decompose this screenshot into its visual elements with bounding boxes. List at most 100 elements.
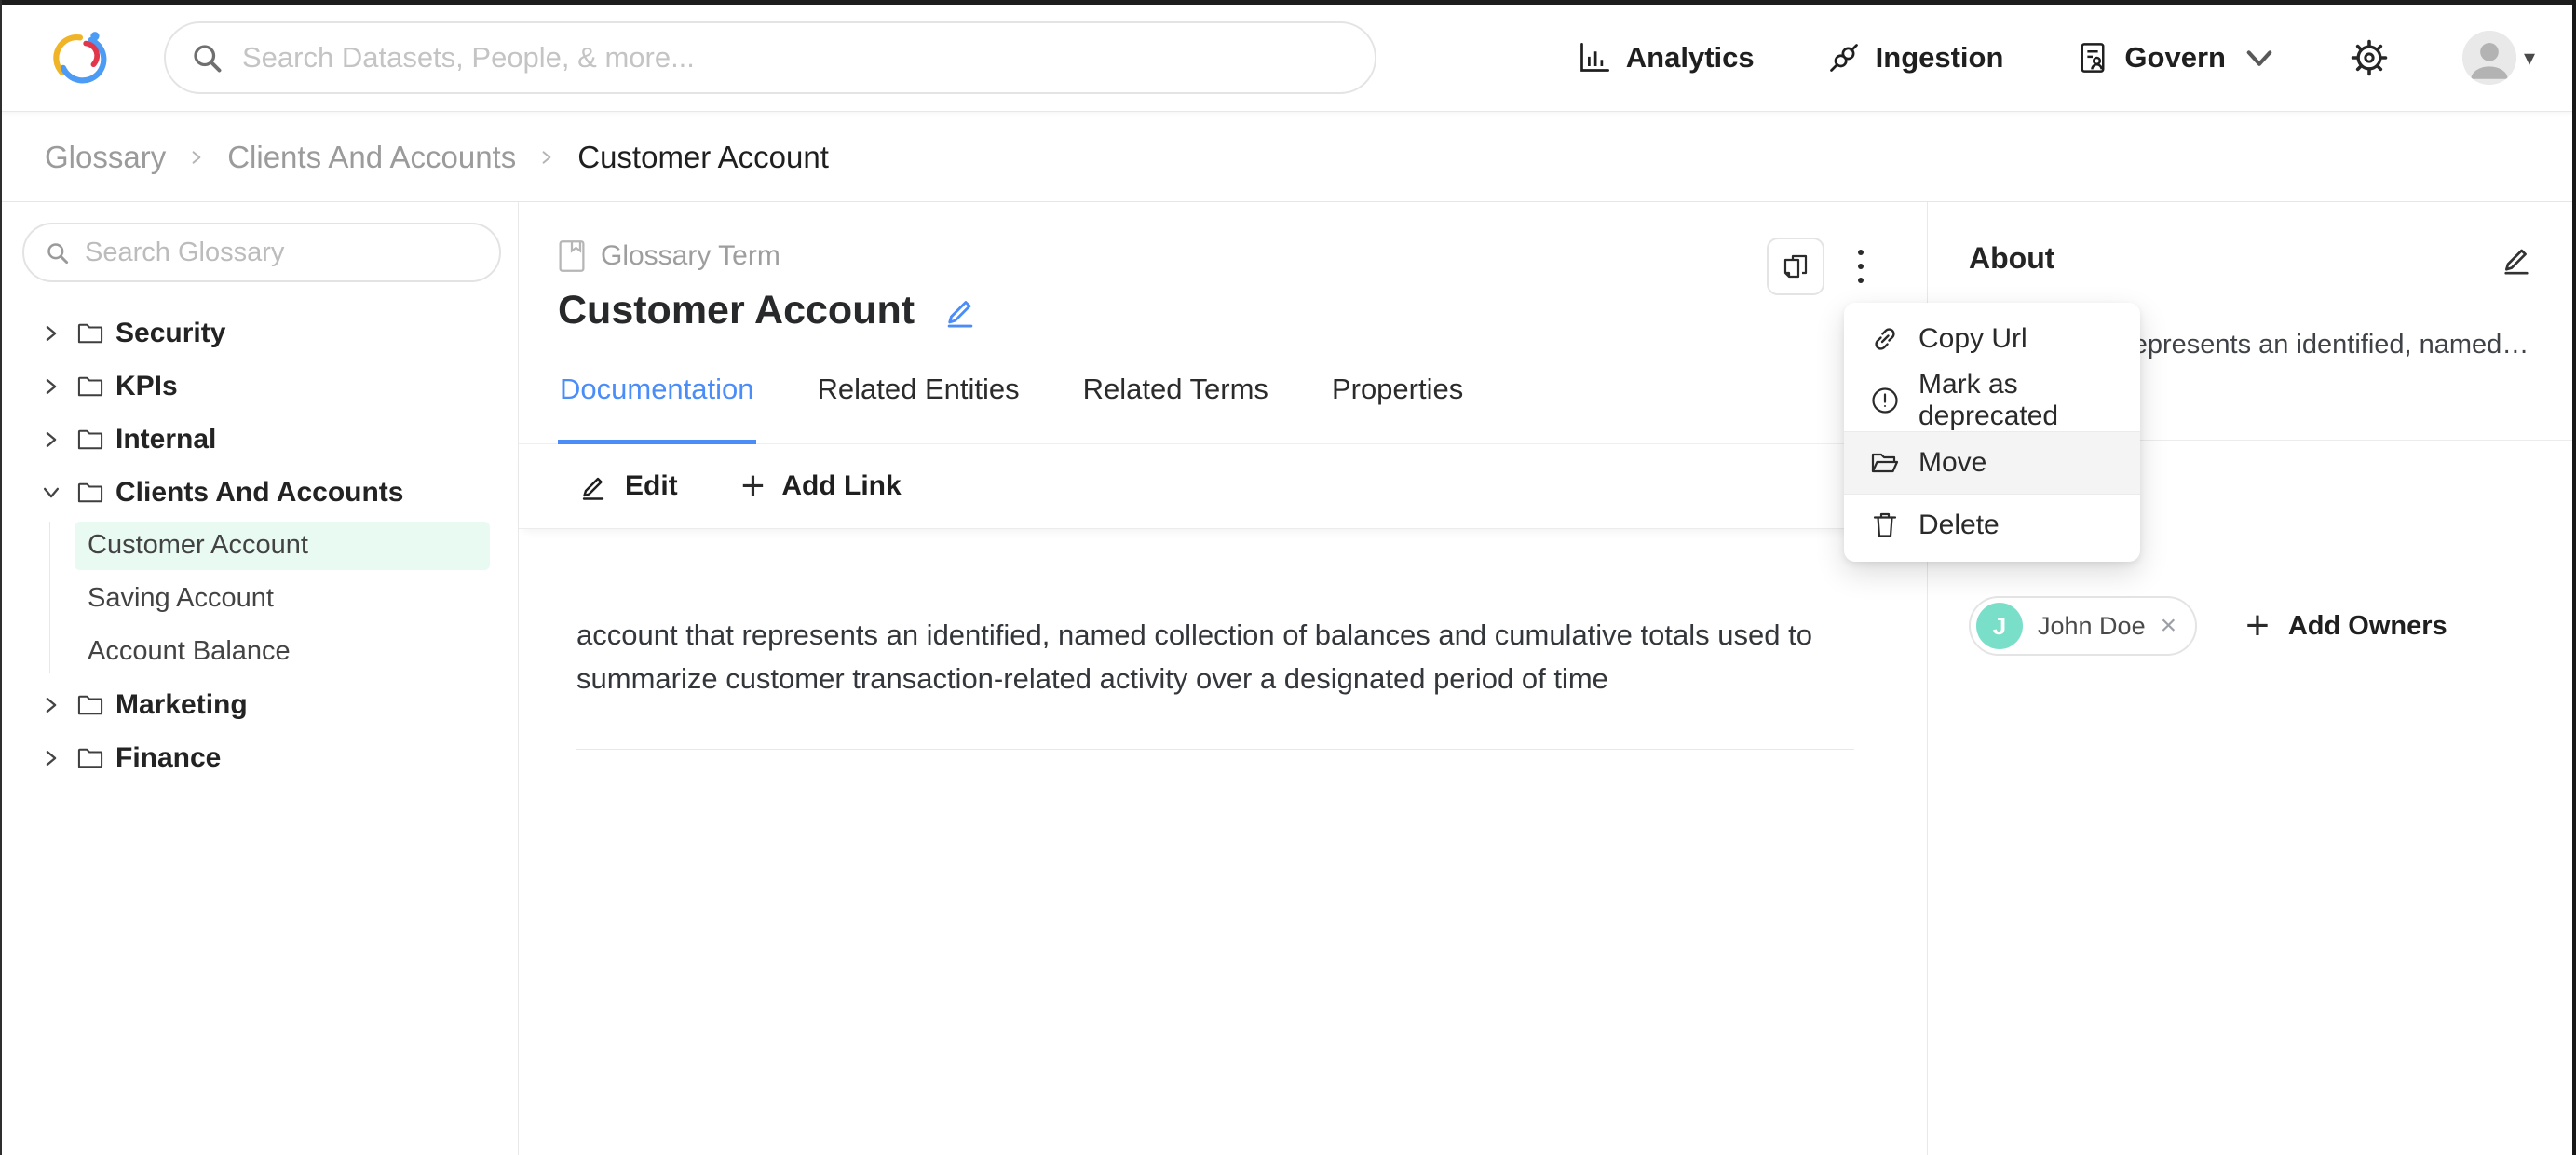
global-search-placeholder: Search Datasets, People, & more... [242, 41, 695, 75]
breadcrumb-glossary[interactable]: Glossary [45, 140, 166, 175]
nav-govern-label: Govern [2124, 41, 2226, 75]
pencil-icon [578, 471, 608, 501]
folder-open-icon [1870, 448, 1900, 478]
edit-button[interactable]: Edit [578, 470, 678, 502]
tree-node-saving-account[interactable]: Saving Account [0, 572, 518, 625]
plus-icon: + [2245, 612, 2270, 640]
entity-type-row: Glossary Term [558, 239, 1927, 273]
copy-icon [1781, 251, 1810, 281]
tree-node-marketing[interactable]: Marketing [0, 678, 518, 731]
documentation-body: account that represents an identified, n… [519, 529, 1927, 750]
nav-govern[interactable]: Govern [2076, 41, 2276, 75]
glossary-tree: Security KPIs Internal Clients And Accou… [0, 306, 518, 784]
add-link-button[interactable]: + Add Link [741, 470, 902, 502]
edit-button-label: Edit [625, 470, 678, 502]
breadcrumb-clients-and-accounts[interactable]: Clients And Accounts [227, 140, 516, 175]
tree-node-internal[interactable]: Internal [0, 413, 518, 466]
datahub-logo-icon[interactable] [50, 27, 112, 88]
chevron-down-icon[interactable] [41, 482, 61, 503]
tab-related-terms[interactable]: Related Terms [1081, 369, 1270, 443]
chevron-right-icon [538, 149, 555, 166]
remove-owner-icon[interactable]: × [2161, 612, 2177, 640]
menu-item-move[interactable]: Move [1844, 431, 2140, 495]
add-owners-button[interactable]: + Add Owners [2245, 611, 2447, 642]
tab-documentation[interactable]: Documentation [558, 369, 756, 443]
global-search-input[interactable]: Search Datasets, People, & more... [164, 21, 1376, 94]
link-icon [1870, 324, 1900, 354]
edit-about-pencil-icon[interactable] [2500, 242, 2533, 276]
more-options-kebab-icon[interactable] [1849, 239, 1873, 293]
user-menu-caret-icon: ▾ [2524, 45, 2535, 72]
tree-node-label[interactable]: Saving Account [75, 575, 490, 623]
glossary-search-input[interactable]: Search Glossary [22, 223, 501, 282]
nav-analytics[interactable]: Analytics [1578, 41, 1755, 75]
about-header: About [1928, 202, 2576, 276]
chevron-right-icon [188, 149, 205, 166]
tree-node-account-balance[interactable]: Account Balance [0, 625, 518, 678]
chevron-right-icon[interactable] [41, 429, 61, 450]
breadcrumb-current: Customer Account [577, 140, 829, 175]
search-icon [45, 240, 70, 265]
documentation-toolbar: Edit + Add Link [519, 444, 1927, 529]
edit-title-pencil-icon[interactable] [942, 293, 978, 329]
term-description: account that represents an identified, n… [576, 613, 1854, 700]
menu-item-copy-url[interactable]: Copy Url [1844, 308, 2140, 370]
term-tabs: Documentation Related Entities Related T… [519, 369, 1927, 444]
glossary-sidebar: Search Glossary Security KPIs Internal [0, 202, 519, 1155]
tree-node-finance[interactable]: Finance [0, 731, 518, 784]
folder-icon [76, 374, 104, 399]
tree-node-label[interactable]: Customer Account [75, 522, 490, 570]
gear-icon [2349, 37, 2390, 78]
window-edge-right [2572, 0, 2576, 1155]
menu-item-label: Copy Url [1918, 323, 2027, 355]
window-edge-top [0, 0, 2576, 5]
top-header: Search Datasets, People, & more... Analy… [0, 5, 2576, 112]
tab-related-entities[interactable]: Related Entities [816, 369, 1022, 443]
folder-icon [76, 428, 104, 452]
tree-node-customer-account[interactable]: Customer Account [0, 519, 518, 572]
term-actions [1767, 238, 1873, 295]
tree-node-label: Internal [115, 424, 216, 455]
breadcrumb: Glossary Clients And Accounts Customer A… [0, 113, 2576, 202]
owner-avatar: J [1976, 603, 2023, 649]
term-main-panel: Glossary Term Customer Account [519, 202, 1927, 1155]
chevron-right-icon[interactable] [41, 323, 61, 344]
page-body: Search Glossary Security KPIs Internal [0, 202, 2576, 1155]
tab-properties[interactable]: Properties [1330, 369, 1465, 443]
tree-node-label[interactable]: Account Balance [75, 628, 490, 676]
exclamation-circle-icon [1870, 386, 1900, 415]
nav-ingestion[interactable]: Ingestion [1827, 41, 2004, 75]
book-icon [558, 239, 586, 273]
tree-node-label: Clients And Accounts [115, 477, 403, 509]
chevron-right-icon[interactable] [41, 748, 61, 768]
tree-node-label: Security [115, 318, 225, 349]
menu-item-label: Delete [1918, 510, 2000, 541]
tree-node-kpis[interactable]: KPIs [0, 360, 518, 413]
app-window: Search Datasets, People, & more... Analy… [0, 0, 2576, 1155]
chevron-right-icon[interactable] [41, 695, 61, 715]
govern-icon [2076, 41, 2109, 75]
window-edge-left [0, 0, 2, 1155]
entity-type-label: Glossary Term [601, 240, 780, 272]
about-title: About [1969, 241, 2054, 276]
folder-icon [76, 481, 104, 505]
api-icon [1827, 41, 1861, 75]
menu-item-mark-as-deprecated[interactable]: Mark as deprecated [1844, 370, 2140, 431]
user-avatar-icon [2462, 31, 2516, 85]
title-row: Customer Account [558, 288, 1927, 333]
glossary-search-placeholder: Search Glossary [85, 238, 284, 268]
owner-chip[interactable]: J John Doe × [1969, 596, 2197, 656]
documentation-divider [576, 749, 1854, 750]
menu-item-delete[interactable]: Delete [1844, 495, 2140, 556]
bar-chart-icon [1578, 41, 1611, 75]
owner-name: John Doe [2038, 612, 2146, 641]
copy-urn-button[interactable] [1767, 238, 1824, 295]
folder-icon [76, 321, 104, 346]
chevron-right-icon[interactable] [41, 376, 61, 397]
settings-button[interactable] [2349, 37, 2390, 78]
plus-icon: + [741, 471, 766, 501]
user-menu[interactable]: ▾ [2462, 31, 2535, 85]
tree-node-label: Finance [115, 742, 221, 774]
tree-node-security[interactable]: Security [0, 306, 518, 360]
tree-node-clients-and-accounts[interactable]: Clients And Accounts [0, 466, 518, 519]
